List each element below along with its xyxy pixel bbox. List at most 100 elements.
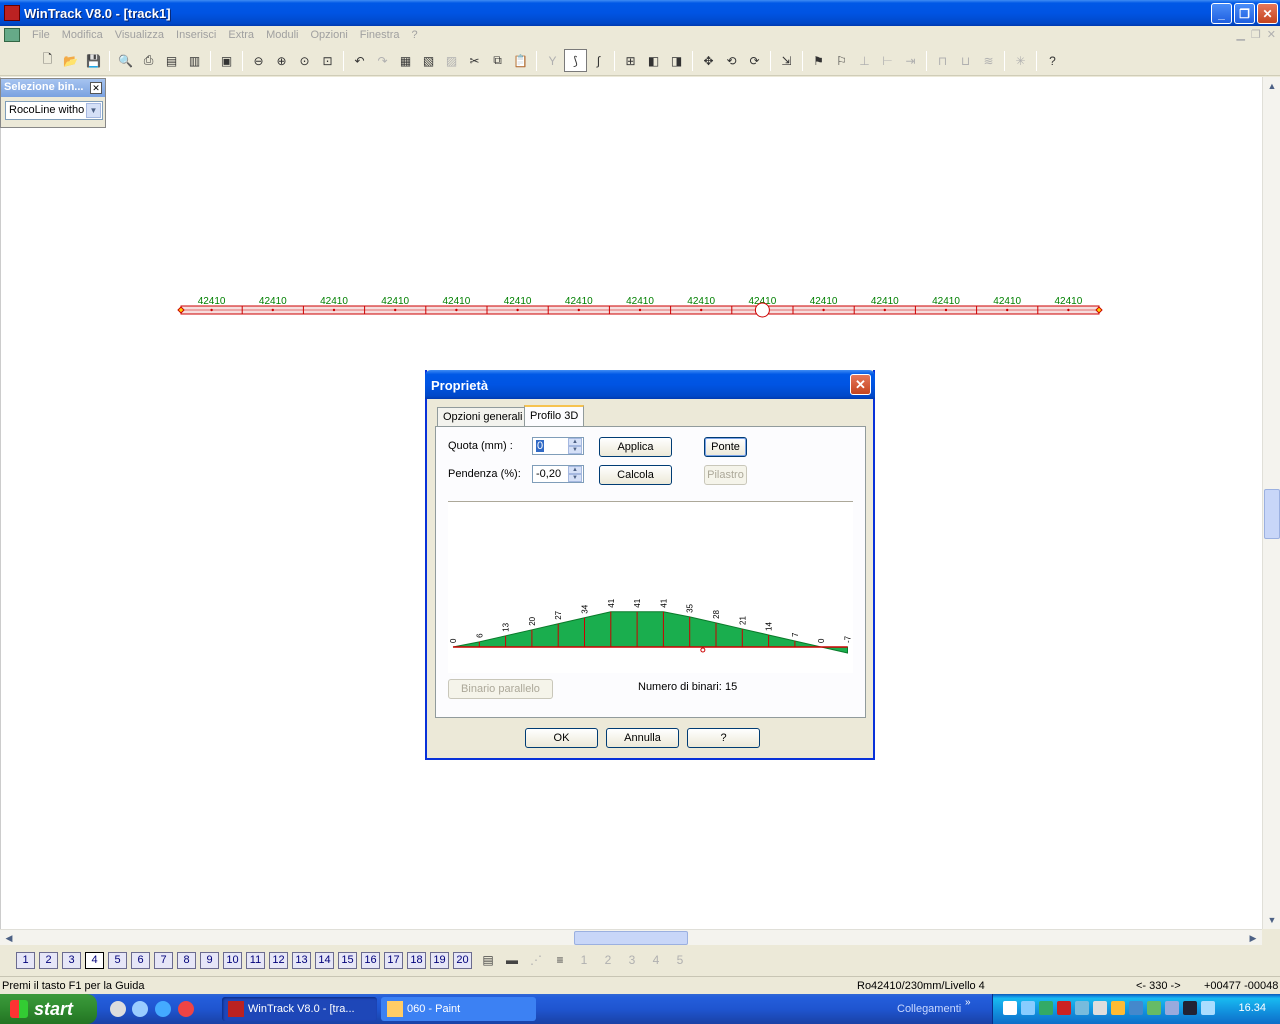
zoom-fit-icon[interactable]: ⊡ — [316, 49, 339, 72]
scroll-left-icon[interactable]: ◀ — [1, 930, 17, 946]
mdi-minimize-icon[interactable]: ▁ — [1236, 28, 1244, 41]
parallel-icon[interactable]: ≋ — [977, 49, 1000, 72]
layer-button-2[interactable]: 2 — [39, 951, 58, 969]
print-icon[interactable]: ⎙ — [137, 49, 160, 72]
layer-stack-icon[interactable]: ≡ — [550, 950, 570, 970]
copy-icon[interactable]: ⧉ — [486, 49, 509, 72]
layer-button-6[interactable]: 6 — [131, 951, 150, 969]
print-preview-icon[interactable]: 🔍 — [114, 49, 137, 72]
annulla-button[interactable]: Annulla — [606, 728, 679, 748]
tray-bluetooth-icon[interactable] — [1147, 1001, 1161, 1015]
insert-icon[interactable]: ⊞ — [619, 49, 642, 72]
layer-button-19[interactable]: 19 — [430, 951, 449, 969]
layer-button-13[interactable]: 13 — [292, 951, 311, 969]
scroll-down-icon[interactable]: ▼ — [1264, 912, 1280, 928]
rotate-180-icon[interactable]: ⟳ — [743, 49, 766, 72]
track-line[interactable]: 42410 42410 42410 42410 42410 42410 42410 42410… — [170, 290, 1110, 322]
chevron-right-icon[interactable]: » — [965, 997, 971, 1008]
rotate-icon[interactable]: ⟲ — [720, 49, 743, 72]
dialog-close-icon[interactable]: ✕ — [850, 374, 871, 395]
cut-icon[interactable]: ✂ — [463, 49, 486, 72]
tray-volume-icon[interactable] — [1129, 1001, 1143, 1015]
layer-button-9[interactable]: 9 — [200, 951, 219, 969]
layer-button-14[interactable]: 14 — [315, 951, 334, 969]
mdi-restore-icon[interactable]: ❐ — [1251, 28, 1261, 41]
minimize-button[interactable]: _ — [1211, 3, 1232, 24]
quota-down-icon[interactable]: ▼ — [568, 446, 582, 454]
layer-button-10[interactable]: 10 — [223, 951, 242, 969]
tray-wireless-icon[interactable] — [1201, 1001, 1215, 1015]
undo-icon[interactable]: ↶ — [348, 49, 371, 72]
junction-icon[interactable]: ⊥ — [853, 49, 876, 72]
menu-visualizza[interactable]: Visualizza — [109, 29, 170, 41]
menu-finestra[interactable]: Finestra — [354, 29, 406, 41]
menu-file[interactable]: File — [26, 29, 56, 41]
branch-icon[interactable]: ⊢ — [876, 49, 899, 72]
quota-field[interactable]: 0 ▲ ▼ — [532, 437, 584, 455]
curve-tool-icon[interactable]: ⟆ — [564, 49, 587, 72]
layer-button-4[interactable]: 4 — [85, 951, 104, 969]
layer-button-12[interactable]: 12 — [269, 951, 288, 969]
vertical-scrollbar[interactable]: ▲ ▼ — [1262, 77, 1280, 929]
signal-switch-icon[interactable]: ⚐ — [830, 49, 853, 72]
layer-button-5[interactable]: 5 — [108, 951, 127, 969]
distribute-icon[interactable]: ⊔ — [954, 49, 977, 72]
document-icon[interactable] — [4, 28, 20, 42]
parts-list-icon[interactable]: ▥ — [183, 49, 206, 72]
layer-button-15[interactable]: 15 — [338, 951, 357, 969]
save-icon[interactable]: 💾 — [82, 49, 105, 72]
task-wintrack[interactable]: WinTrack V8.0 - [tra... — [222, 997, 377, 1021]
tray-display-icon[interactable] — [1183, 1001, 1197, 1015]
zoom-in-icon[interactable]: ⊕ — [270, 49, 293, 72]
layer-button-17[interactable]: 17 — [384, 951, 403, 969]
scroll-up-icon[interactable]: ▲ — [1264, 78, 1280, 94]
track-end-icon[interactable]: ⇥ — [899, 49, 922, 72]
palette-close-icon[interactable]: ✕ — [90, 82, 102, 94]
layer-button-16[interactable]: 16 — [361, 951, 380, 969]
module-1-icon[interactable]: 1 — [574, 950, 594, 970]
layers-icon[interactable]: ▤ — [478, 950, 498, 970]
start-button[interactable]: start — [0, 994, 97, 1024]
layer-button-7[interactable]: 7 — [154, 951, 173, 969]
pendenza-field[interactable]: -0,20 ▲ ▼ — [532, 465, 584, 483]
layer-button-20[interactable]: 20 — [453, 951, 472, 969]
chevron-down-icon[interactable]: ▼ — [86, 103, 101, 118]
layer-button-18[interactable]: 18 — [407, 951, 426, 969]
open-folder-icon[interactable]: 📂 — [59, 49, 82, 72]
horizontal-scroll-thumb[interactable] — [574, 931, 688, 945]
menu-help[interactable]: ? — [406, 29, 424, 41]
tray-network-icon[interactable] — [1021, 1001, 1035, 1015]
links-toolbar[interactable]: Collegamenti — [897, 1003, 961, 1015]
tray-messenger-icon[interactable] — [1111, 1001, 1125, 1015]
close-window-button[interactable]: ✕ — [1257, 3, 1278, 24]
signal-icon[interactable]: ⚑ — [807, 49, 830, 72]
ponte-button[interactable]: Ponte — [704, 437, 747, 457]
pendenza-down-icon[interactable]: ▼ — [568, 474, 582, 482]
layer-button-8[interactable]: 8 — [177, 951, 196, 969]
align-icon[interactable]: ⊓ — [931, 49, 954, 72]
module-4-icon[interactable]: 4 — [646, 950, 666, 970]
tray-antivirus-icon[interactable] — [1057, 1001, 1071, 1015]
explode-icon[interactable]: ✳ — [1009, 49, 1032, 72]
tray-power-icon[interactable] — [1165, 1001, 1179, 1015]
module-2-icon[interactable]: 2 — [598, 950, 618, 970]
ok-button[interactable]: OK — [525, 728, 598, 748]
switch-tool-icon[interactable]: Y — [541, 49, 564, 72]
calcola-button[interactable]: Calcola — [599, 465, 672, 485]
module-icon[interactable]: ▧ — [417, 49, 440, 72]
menu-opzioni[interactable]: Opzioni — [304, 29, 353, 41]
task-paint[interactable]: 060 - Paint — [381, 997, 536, 1021]
quicklaunch-ie-icon[interactable] — [155, 1001, 171, 1017]
menu-inserisci[interactable]: Inserisci — [170, 29, 222, 41]
zoom-out-icon[interactable]: ⊖ — [247, 49, 270, 72]
layer-button-11[interactable]: 11 — [246, 951, 265, 969]
move-icon[interactable]: ✥ — [697, 49, 720, 72]
restore-button[interactable]: ❐ — [1234, 3, 1255, 24]
layer-ramp-icon[interactable]: ⋰ — [526, 950, 546, 970]
applica-button[interactable]: Applica — [599, 437, 672, 457]
tray-device-icon[interactable] — [1093, 1001, 1107, 1015]
tab-opzioni-generali[interactable]: Opzioni generali — [437, 407, 529, 427]
menu-modifica[interactable]: Modifica — [56, 29, 109, 41]
menu-extra[interactable]: Extra — [222, 29, 260, 41]
flex-track-icon[interactable]: ∫ — [587, 49, 610, 72]
